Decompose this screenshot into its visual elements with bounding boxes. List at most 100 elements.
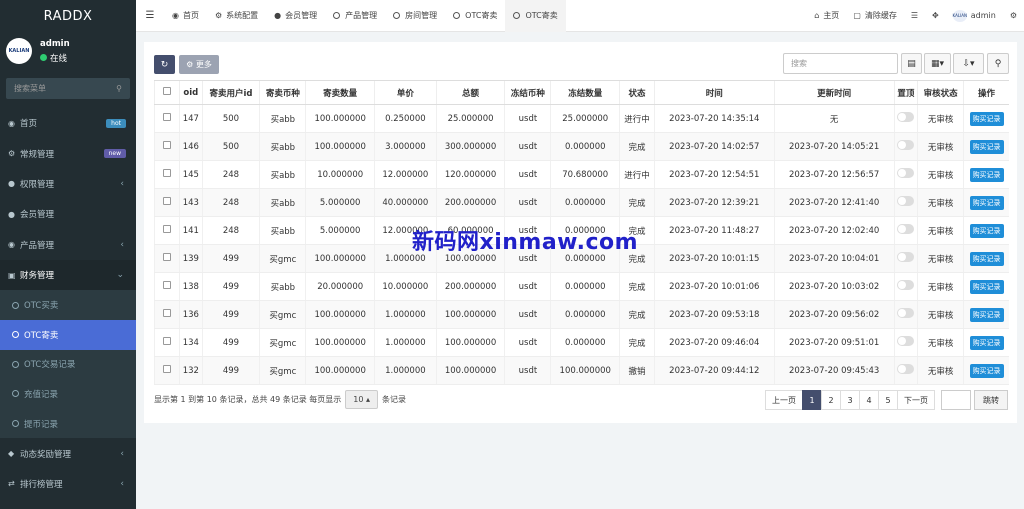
col-header[interactable]: 冻结数量 [550,80,620,105]
pin-toggle[interactable] [893,328,918,357]
purchase-records-button[interactable]: 购买记录 [969,279,1004,294]
purchase-records-button[interactable]: 购买记录 [969,139,1004,154]
purchase-records-button[interactable]: 购买记录 [969,195,1004,210]
tab-home[interactable]: ◉ 首页 [164,0,207,32]
purchase-records-button[interactable]: 购买记录 [969,251,1004,266]
col-header[interactable]: 时间 [653,80,775,105]
row-checkbox[interactable] [154,244,180,273]
table-row[interactable]: 134 499 买gmc 100.000000 1.000000 100.000000 us… [154,328,1009,357]
sidebar-item-member[interactable]: ● 会员管理 [0,199,136,229]
row-checkbox[interactable] [154,188,180,217]
purchase-records-button[interactable]: 购买记录 [969,307,1004,322]
sidebar-item-reward[interactable]: ◆ 动态奖励管理 ‹ [0,438,136,468]
page-button-2[interactable]: 2 [821,390,841,410]
admin-menu[interactable]: KALIAN admin [946,0,1003,32]
col-header[interactable]: 总额 [435,80,505,105]
sidebar-search-input[interactable]: 搜索菜单 ⚲ [6,78,130,99]
page-button-1[interactable]: 1 [802,390,822,410]
purchase-records-button[interactable]: 购买记录 [969,167,1004,182]
tab-otc-consign-1[interactable]: OTC寄卖 [445,0,505,32]
row-checkbox[interactable] [154,132,180,161]
sidebar-item-home[interactable]: ◉ 首页 hot [0,108,136,138]
table-row[interactable]: 138 499 买abb 20.000000 10.000000 200.000000 us… [154,272,1009,301]
sidebar-item-recharge[interactable]: 充值记录 [0,379,136,409]
col-header[interactable]: 寄卖币种 [259,80,306,105]
page-button-4[interactable]: 4 [859,390,879,410]
pin-toggle[interactable] [893,216,918,245]
next-page-button[interactable]: 下一页 [897,390,935,410]
col-header[interactable]: 寄卖数量 [305,80,375,105]
col-header[interactable]: 单价 [374,80,437,105]
row-checkbox[interactable] [154,216,180,245]
col-header[interactable]: 冻结币种 [504,80,551,105]
row-checkbox[interactable] [154,300,180,329]
jump-button[interactable]: 跳转 [974,390,1008,410]
pin-toggle[interactable] [893,244,918,273]
sidebar-item-product[interactable]: ◉ 产品管理 ‹ [0,230,136,260]
pin-toggle[interactable] [893,104,918,133]
tab-otc-consign-2[interactable]: OTC寄卖 [505,0,566,32]
table-row[interactable]: 136 499 买gmc 100.000000 1.000000 100.000000 us… [154,300,1009,329]
pin-toggle[interactable] [893,272,918,301]
pin-toggle[interactable] [893,356,918,385]
table-row[interactable]: 145 248 买abb 10.000000 12.000000 120.000000 us… [154,160,1009,189]
col-header[interactable]: 状态 [619,80,655,105]
tab-member[interactable]: ● 会员管理 [266,0,325,32]
sidebar-item-general[interactable]: ⚙ 常规管理 new [0,138,136,168]
sidebar-item-permission[interactable]: ● 权限管理 ‹ [0,169,136,199]
purchase-records-button[interactable]: 购买记录 [969,223,1004,238]
sidebar-item-rank[interactable]: ⇄ 排行榜管理 ‹ [0,469,136,499]
col-header[interactable]: 寄卖用户id [201,80,260,105]
tab-room[interactable]: 房间管理 [385,0,445,32]
table-row[interactable]: 132 499 买gmc 100.000000 1.000000 100.000000 us… [154,356,1009,385]
menu-toggle-icon[interactable]: ☰ [136,10,164,21]
advanced-search-button[interactable]: ⚲ [987,53,1009,74]
select-all-checkbox[interactable] [154,80,180,105]
fullscreen-icon[interactable]: ✥ [925,0,946,32]
sidebar-item-finance[interactable]: ▣ 财务管理 ⌄ [0,259,136,291]
row-checkbox[interactable] [154,160,180,189]
settings-gear-icon[interactable]: ⚙ [1003,0,1024,32]
col-header[interactable]: 审核状态 [917,80,964,105]
page-button-3[interactable]: 3 [840,390,860,410]
tab-system-config[interactable]: ⚙ 系统配置 [207,0,266,32]
table-row[interactable]: 143 248 买abb 5.000000 40.000000 200.000000 usd… [154,188,1009,217]
sidebar-item-otc-consign[interactable]: OTC寄卖 [0,319,136,350]
table-row[interactable]: 147 500 买abb 100.000000 0.250000 25.000000 usd… [154,104,1009,133]
row-checkbox[interactable] [154,104,180,133]
home-link[interactable]: ⌂ 主页 [807,0,846,32]
pin-toggle[interactable] [893,132,918,161]
page-button-5[interactable]: 5 [878,390,898,410]
col-header[interactable]: 置顶 [893,80,918,105]
pin-toggle[interactable] [893,188,918,217]
row-checkbox[interactable] [154,272,180,301]
purchase-records-button[interactable]: 购买记录 [969,335,1004,350]
sidebar-item-otc-records[interactable]: OTC交易记录 [0,350,136,380]
language-icon[interactable]: ☰ [904,0,925,32]
brand-logo[interactable]: RADDX [0,0,136,32]
col-header[interactable]: 更新时间 [773,80,895,105]
export-button[interactable]: ⇩▾ [953,53,984,74]
sidebar-item-otc-trade[interactable]: OTC买卖 [0,290,136,320]
pin-toggle[interactable] [893,300,918,329]
sidebar-item-withdraw[interactable]: 提币记录 [0,409,136,439]
tab-product[interactable]: 产品管理 [325,0,385,32]
row-checkbox[interactable] [154,356,180,385]
refresh-button[interactable]: ↻ [154,55,175,74]
more-button[interactable]: ⚙ 更多 [179,55,219,74]
jump-page-input[interactable] [941,390,971,410]
col-header[interactable]: oid [179,80,203,105]
table-search-input[interactable]: 搜索 [783,53,898,74]
col-header[interactable]: 操作 [963,80,1009,105]
toggle-view-button[interactable]: ▤ [901,53,922,74]
row-checkbox[interactable] [154,328,180,357]
cell-update: 2023-07-20 12:56:57 [773,160,895,189]
table-row[interactable]: 146 500 买abb 100.000000 3.000000 300.000000 us… [154,132,1009,161]
clear-cache-button[interactable]: ▢ 清除缓存 [846,0,904,32]
pin-toggle[interactable] [893,160,918,189]
purchase-records-button[interactable]: 购买记录 [969,363,1004,378]
prev-page-button[interactable]: 上一页 [765,390,803,410]
page-size-select[interactable]: 10 ▴ [345,390,378,409]
columns-button[interactable]: ▦▾ [924,53,951,74]
purchase-records-button[interactable]: 购买记录 [969,111,1004,126]
